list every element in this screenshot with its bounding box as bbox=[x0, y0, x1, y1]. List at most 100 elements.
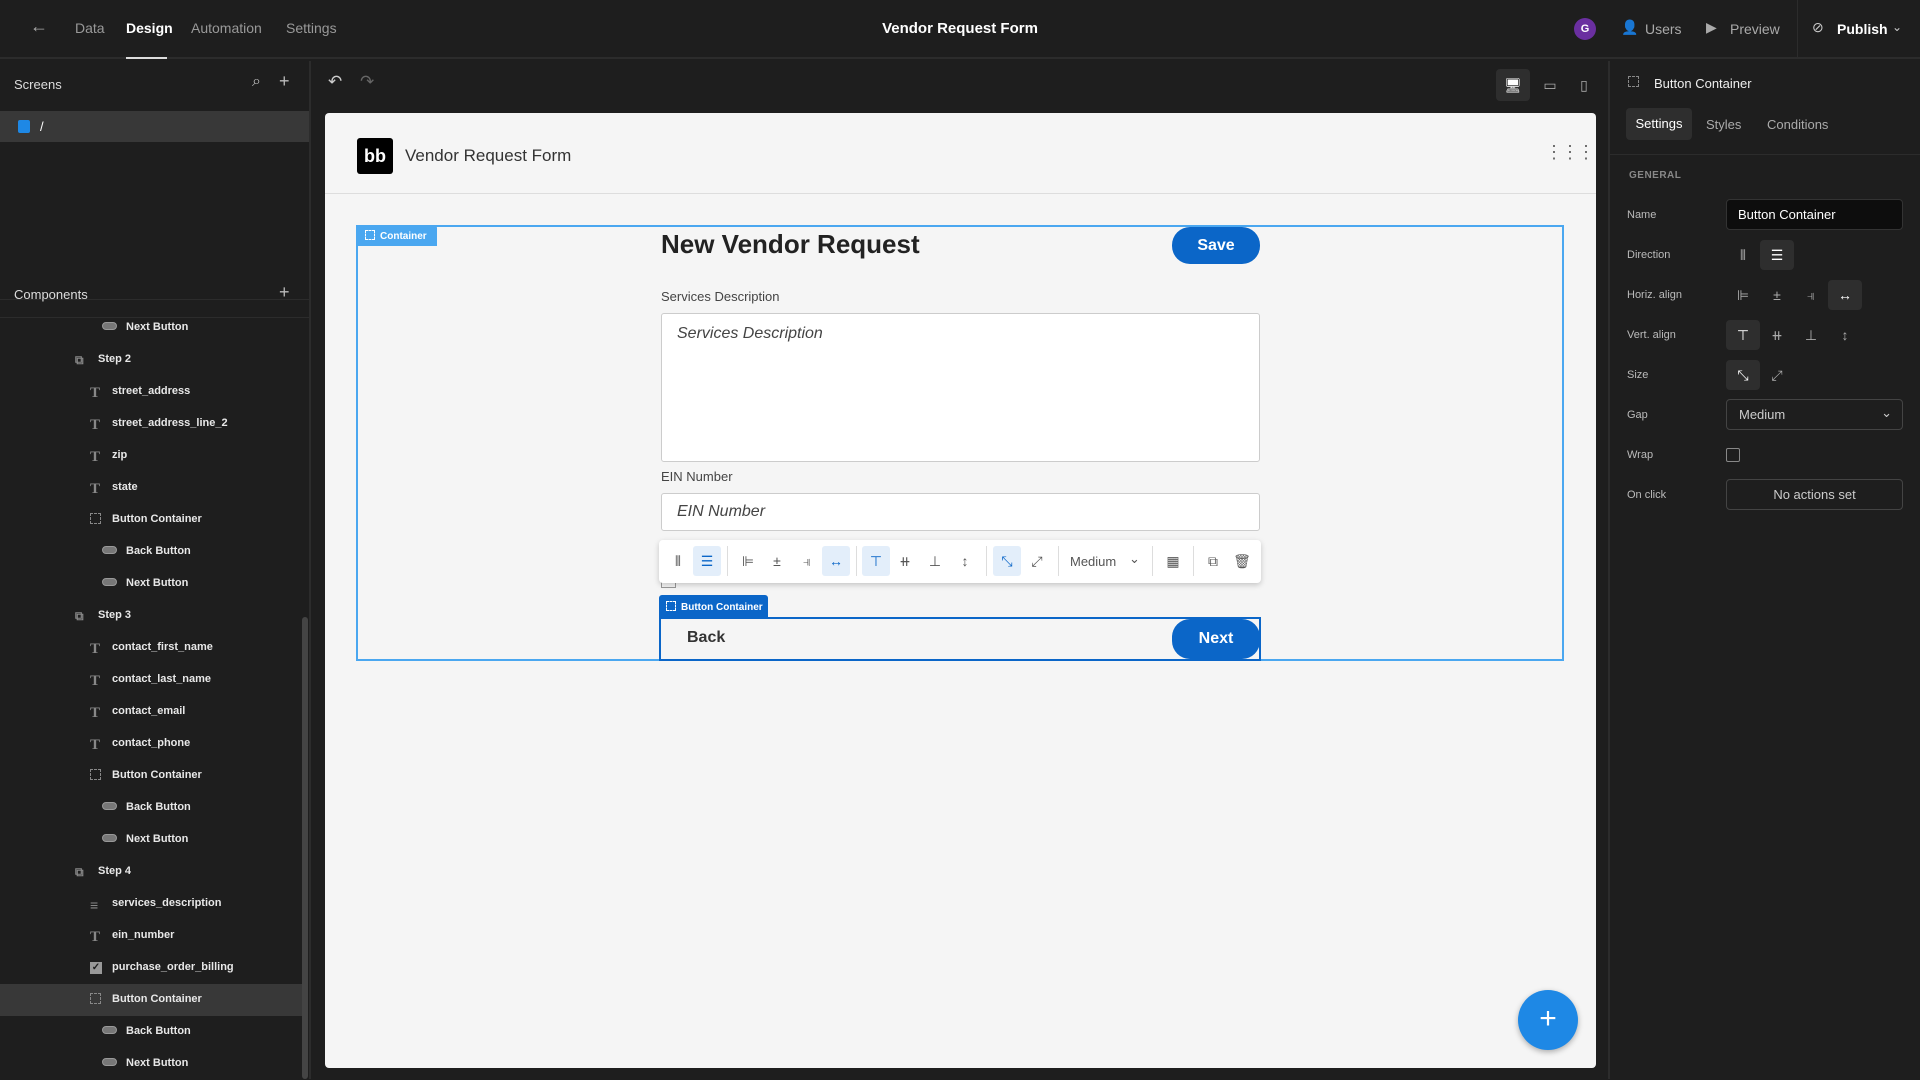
align-stretch-icon[interactable]: ↔ bbox=[1828, 280, 1862, 310]
tree-item[interactable]: Back Button bbox=[0, 536, 302, 568]
valign-top-icon[interactable]: ⊤ bbox=[862, 546, 890, 576]
align-center-icon[interactable]: ± bbox=[763, 546, 791, 576]
grow-icon[interactable]: ⤢ bbox=[1760, 360, 1794, 390]
redo-icon[interactable]: ↷ bbox=[360, 72, 374, 92]
container-icon bbox=[1628, 76, 1639, 87]
chevron-down-icon[interactable]: ⌄ bbox=[1129, 551, 1140, 567]
tree-item[interactable]: ✓ purchase_order_billing bbox=[0, 952, 302, 984]
duplicate-icon[interactable]: ⧉ bbox=[1199, 546, 1227, 576]
text-field-icon: T bbox=[90, 641, 101, 657]
gap-value: Medium bbox=[1739, 407, 1786, 422]
direction-columns-icon[interactable]: ⦀ bbox=[664, 546, 692, 576]
shrink-icon[interactable]: ⤡ bbox=[993, 546, 1021, 576]
avatar[interactable]: G bbox=[1574, 18, 1596, 40]
save-button[interactable]: Save bbox=[1172, 227, 1260, 264]
tab-settings[interactable]: Settings bbox=[1626, 108, 1692, 140]
name-input[interactable]: Button Container bbox=[1726, 199, 1903, 230]
ein-number-input[interactable]: EIN Number bbox=[661, 493, 1260, 531]
valign-middle-icon[interactable]: ⧺ bbox=[891, 546, 919, 576]
tree-item[interactable]: Tstate bbox=[0, 472, 302, 504]
search-icon[interactable]: ⌕ bbox=[252, 73, 261, 91]
publish-button[interactable]: Publish bbox=[1837, 21, 1888, 37]
direction-columns-icon[interactable]: ⦀ bbox=[1726, 240, 1760, 270]
wrap-checkbox[interactable] bbox=[1726, 448, 1740, 462]
general-section-heading: GENERAL bbox=[1629, 170, 1682, 181]
vert-align-label: Vert. align bbox=[1627, 329, 1676, 341]
tree-item-label: Next Button bbox=[126, 321, 189, 333]
properties-title: Button Container bbox=[1654, 76, 1752, 91]
tree-item[interactable]: Back Button bbox=[0, 792, 302, 824]
direction-rows-icon[interactable]: ☰ bbox=[693, 546, 721, 576]
delete-icon[interactable]: 🗑 bbox=[1228, 546, 1256, 576]
tree-item[interactable]: Next Button bbox=[0, 312, 302, 344]
layout-icon[interactable]: ▦ bbox=[1159, 546, 1187, 576]
align-stretch-icon[interactable]: ↔ bbox=[822, 546, 850, 576]
valign-bottom-icon[interactable]: ⊥ bbox=[1794, 320, 1828, 350]
tree-item[interactable]: Tcontact_email bbox=[0, 696, 302, 728]
gap-select[interactable]: Medium ⌄ bbox=[1726, 399, 1903, 430]
tree-item[interactable]: Next Button bbox=[0, 568, 302, 600]
align-left-icon[interactable]: ⊫ bbox=[1726, 280, 1760, 310]
tree-item[interactable]: Tzip bbox=[0, 440, 302, 472]
components-heading: Components bbox=[14, 287, 88, 302]
align-center-icon[interactable]: ± bbox=[1760, 280, 1794, 310]
next-button[interactable]: Next bbox=[1172, 619, 1260, 659]
tree-item[interactable]: Next Button bbox=[0, 824, 302, 856]
button-container[interactable] bbox=[659, 617, 1261, 661]
chevron-down-icon: ⌄ bbox=[1881, 405, 1892, 420]
gap-select[interactable]: Medium bbox=[1070, 554, 1116, 569]
services-description-label: Services Description bbox=[661, 289, 780, 304]
add-component-fab[interactable]: + bbox=[1518, 990, 1578, 1050]
long-text-icon: ≡ bbox=[90, 897, 99, 913]
undo-icon[interactable]: ↶ bbox=[328, 72, 342, 92]
tab-conditions[interactable]: Conditions bbox=[1767, 117, 1828, 132]
tree-item[interactable]: Button Container bbox=[0, 984, 302, 1016]
grid-menu-icon[interactable]: ⋮⋮⋮ bbox=[1545, 142, 1595, 163]
tree-item[interactable]: Tstreet_address_line_2 bbox=[0, 408, 302, 440]
desktop-view-icon[interactable]: 🖥 bbox=[1496, 69, 1530, 101]
valign-stretch-icon[interactable]: ↕ bbox=[951, 546, 979, 576]
button-container-tag[interactable]: Button Container bbox=[659, 595, 768, 617]
tree-item[interactable]: Tein_number bbox=[0, 920, 302, 952]
direction-rows-icon[interactable]: ☰ bbox=[1760, 240, 1794, 270]
add-screen-icon[interactable]: + bbox=[279, 71, 290, 92]
screen-item[interactable]: / bbox=[0, 111, 309, 142]
chevron-down-icon[interactable]: ⌄ bbox=[1892, 20, 1902, 34]
tree-item-label: street_address bbox=[112, 385, 191, 397]
tree-item[interactable]: Tstreet_address bbox=[0, 376, 302, 408]
tree-item[interactable]: Tcontact_last_name bbox=[0, 664, 302, 696]
tree-item[interactable]: Button Container bbox=[0, 760, 302, 792]
tree-item[interactable]: Tcontact_first_name bbox=[0, 632, 302, 664]
tablet-view-icon[interactable]: ▭ bbox=[1533, 69, 1567, 101]
back-button[interactable]: Back bbox=[687, 629, 725, 647]
grow-icon[interactable]: ⤢ bbox=[1023, 546, 1051, 576]
step-icon: ⧉ bbox=[75, 353, 84, 367]
tree-item[interactable]: ≡ services_description bbox=[0, 888, 302, 920]
valign-middle-icon[interactable]: ⧺ bbox=[1760, 320, 1794, 350]
users-button[interactable]: Users bbox=[1645, 21, 1682, 37]
tab-styles[interactable]: Styles bbox=[1706, 117, 1741, 132]
preview-button[interactable]: Preview bbox=[1730, 21, 1780, 37]
align-right-icon[interactable]: ⫣ bbox=[793, 546, 821, 576]
services-description-textarea[interactable]: Services Description bbox=[661, 313, 1260, 462]
scrollbar[interactable] bbox=[302, 617, 308, 1079]
tree-item[interactable]: ⧉ Step 4 bbox=[0, 856, 302, 888]
shrink-icon[interactable]: ⤡ bbox=[1726, 360, 1760, 390]
add-component-icon[interactable]: + bbox=[279, 282, 290, 303]
text-field-icon: T bbox=[90, 705, 101, 721]
align-right-icon[interactable]: ⫣ bbox=[1794, 280, 1828, 310]
tree-item[interactable]: ⧉ Step 2 bbox=[0, 344, 302, 376]
tree-item[interactable]: Button Container bbox=[0, 504, 302, 536]
tree-item[interactable]: Back Button bbox=[0, 1016, 302, 1048]
tree-item[interactable]: ⧉ Step 3 bbox=[0, 600, 302, 632]
tree-item[interactable]: Next Button bbox=[0, 1048, 302, 1080]
valign-stretch-icon[interactable]: ↕ bbox=[1828, 320, 1862, 350]
mobile-view-icon[interactable]: ▯ bbox=[1567, 69, 1601, 101]
tree-item[interactable]: Tcontact_phone bbox=[0, 728, 302, 760]
valign-bottom-icon[interactable]: ⊥ bbox=[921, 546, 949, 576]
valign-top-icon[interactable]: ⊤ bbox=[1726, 320, 1760, 350]
tree-item-label: Back Button bbox=[126, 545, 191, 557]
on-click-button[interactable]: No actions set bbox=[1726, 479, 1903, 510]
horiz-align-label: Horiz. align bbox=[1627, 289, 1683, 301]
align-left-icon[interactable]: ⊫ bbox=[734, 546, 762, 576]
